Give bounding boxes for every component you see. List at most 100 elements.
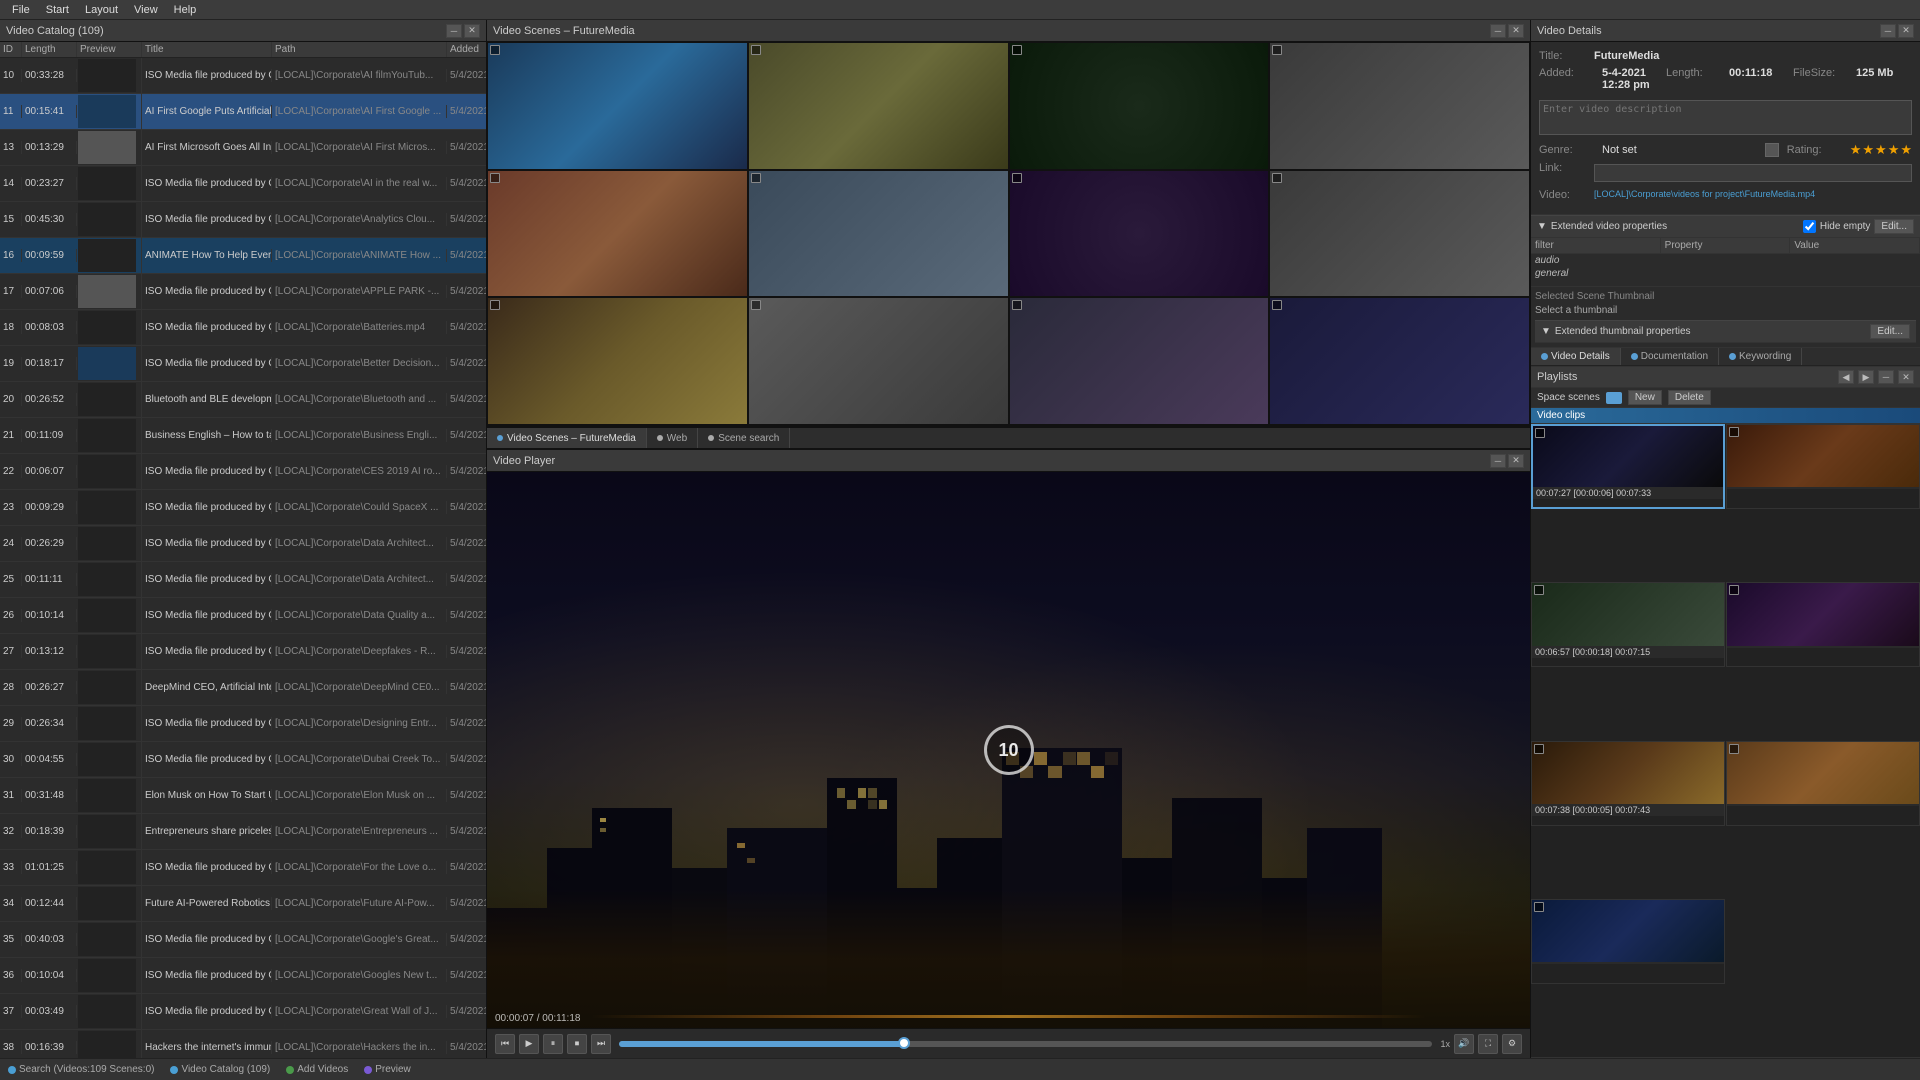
scene-item[interactable] [1009, 42, 1270, 170]
clip-item[interactable] [1726, 582, 1920, 667]
catalog-minimize-btn[interactable]: ─ [446, 24, 462, 38]
scene-tab[interactable]: Web [647, 428, 698, 448]
play-btn[interactable]: ▶ [519, 1034, 539, 1054]
star-1[interactable]: ★ [1850, 142, 1862, 158]
pause-btn[interactable]: ⏸ [543, 1034, 563, 1054]
menu-help[interactable]: Help [166, 2, 205, 18]
table-row[interactable]: 19 00:18:17 ISO Media file produced by G… [0, 346, 486, 382]
table-row[interactable]: 11 00:15:41 AI First Google Puts Artific… [0, 94, 486, 130]
table-row[interactable]: 20 00:26:52 Bluetooth and BLE developmen… [0, 382, 486, 418]
scene-checkbox[interactable] [751, 45, 761, 55]
scenes-close-btn[interactable]: ✕ [1508, 24, 1524, 38]
settings-btn[interactable]: ⚙ [1502, 1034, 1522, 1054]
rating-stars[interactable]: ★ ★ ★ ★ ★ [1850, 142, 1912, 158]
scene-tab[interactable]: Video Scenes – FutureMedia [487, 428, 647, 448]
scene-tab[interactable]: Scene search [698, 428, 790, 448]
clip-checkbox[interactable] [1729, 585, 1739, 595]
select-thumbnail-btn[interactable]: Select a thumbnail [1535, 305, 1916, 316]
table-row[interactable]: 29 00:26:34 ISO Media file produced by G… [0, 706, 486, 742]
playlist-new-btn[interactable]: New [1628, 390, 1662, 405]
table-row[interactable]: 18 00:08:03 ISO Media file produced by G… [0, 310, 486, 346]
clip-checkbox[interactable] [1535, 428, 1545, 438]
table-row[interactable]: 22 00:06:07 ISO Media file produced by G… [0, 454, 486, 490]
playlists-close-btn[interactable]: ✕ [1898, 370, 1914, 384]
scene-checkbox[interactable] [751, 173, 761, 183]
scene-item[interactable] [1009, 170, 1270, 298]
extended-props-header[interactable]: ▼ Extended video properties Hide empty E… [1531, 215, 1920, 238]
genre-color-picker[interactable] [1765, 143, 1779, 157]
scene-item[interactable] [1009, 425, 1270, 427]
scene-item[interactable] [748, 297, 1009, 425]
scene-checkbox[interactable] [490, 45, 500, 55]
space-scenes-toggle[interactable] [1606, 392, 1622, 404]
table-row[interactable]: 17 00:07:06 ISO Media file produced by G… [0, 274, 486, 310]
menu-start[interactable]: Start [38, 2, 77, 18]
menu-view[interactable]: View [126, 2, 166, 18]
thumb-props-header[interactable]: ▼ Extended thumbnail properties Edit... [1535, 320, 1916, 343]
scene-item[interactable] [1269, 425, 1530, 427]
scene-item[interactable] [748, 170, 1009, 298]
scene-checkbox[interactable] [490, 173, 500, 183]
scene-checkbox[interactable] [1012, 173, 1022, 183]
scene-checkbox[interactable] [1012, 45, 1022, 55]
col-id[interactable]: ID [0, 42, 22, 57]
prev-frame-btn[interactable]: ⏮ [495, 1034, 515, 1054]
clip-item[interactable]: 00:07:38 [00:00:05] 00:07:43 [1531, 741, 1725, 826]
clip-checkbox[interactable] [1534, 744, 1544, 754]
scene-item[interactable] [487, 42, 748, 170]
stop-btn[interactable]: ⏹ [567, 1034, 587, 1054]
scene-item[interactable] [487, 425, 748, 427]
playlist-delete-btn[interactable]: Delete [1668, 390, 1711, 405]
playlists-next-btn[interactable]: ▶ [1858, 370, 1874, 384]
table-row[interactable]: 31 00:31:48 Elon Musk on How To Start Up… [0, 778, 486, 814]
edit-props-button[interactable]: Edit... [1874, 219, 1914, 234]
scene-item[interactable] [1269, 170, 1530, 298]
table-row[interactable]: 14 00:23:27 ISO Media file produced by G… [0, 166, 486, 202]
link-input[interactable] [1594, 164, 1912, 182]
scene-checkbox[interactable] [1012, 300, 1022, 310]
scene-checkbox[interactable] [1272, 173, 1282, 183]
col-path[interactable]: Path [272, 42, 447, 57]
table-row[interactable]: 36 00:10:04 ISO Media file produced by G… [0, 958, 486, 994]
star-3[interactable]: ★ [1875, 142, 1887, 158]
clip-item[interactable] [1726, 424, 1920, 509]
status-item[interactable]: Search (Videos:109 Scenes:0) [8, 1064, 154, 1075]
menu-file[interactable]: File [4, 2, 38, 18]
table-row[interactable]: 32 00:18:39 Entrepreneurs share priceles… [0, 814, 486, 850]
scene-checkbox[interactable] [490, 300, 500, 310]
star-2[interactable]: ★ [1862, 142, 1874, 158]
scene-item[interactable] [748, 42, 1009, 170]
catalog-close-btn[interactable]: ✕ [464, 24, 480, 38]
table-row[interactable]: 33 01:01:25 ISO Media file produced by G… [0, 850, 486, 886]
table-row[interactable]: 13 00:13:29 AI First Microsoft Goes All … [0, 130, 486, 166]
clip-item[interactable]: 00:06:57 [00:00:18] 00:07:15 [1531, 582, 1725, 667]
player-close-btn[interactable]: ✕ [1508, 454, 1524, 468]
clip-checkbox[interactable] [1729, 744, 1739, 754]
table-row[interactable]: 26 00:10:14 ISO Media file produced by G… [0, 598, 486, 634]
table-row[interactable]: 10 00:33:28 ISO Media file produced by G… [0, 58, 486, 94]
volume-btn[interactable]: 🔊 [1454, 1034, 1474, 1054]
star-5[interactable]: ★ [1900, 142, 1912, 158]
table-row[interactable]: 25 00:11:11 ISO Media file produced by G… [0, 562, 486, 598]
player-progress-bar[interactable] [619, 1041, 1432, 1047]
clip-checkbox[interactable] [1534, 585, 1544, 595]
status-item[interactable]: Preview [364, 1064, 411, 1075]
scene-item[interactable] [1269, 297, 1530, 425]
fullscreen-btn[interactable]: ⛶ [1478, 1034, 1498, 1054]
scene-item[interactable] [487, 297, 748, 425]
player-progress-thumb[interactable] [898, 1037, 910, 1049]
clip-item[interactable]: 00:07:27 [00:00:06] 00:07:33 [1531, 424, 1725, 509]
table-row[interactable]: 15 00:45:30 ISO Media file produced by G… [0, 202, 486, 238]
next-frame-btn[interactable]: ⏭ [591, 1034, 611, 1054]
playlists-prev-btn[interactable]: ◀ [1838, 370, 1854, 384]
details-minimize-btn[interactable]: ─ [1880, 24, 1896, 38]
clip-checkbox[interactable] [1729, 427, 1739, 437]
right-panel-tab[interactable]: Keywording [1719, 348, 1802, 365]
table-row[interactable]: 30 00:04:55 ISO Media file produced by G… [0, 742, 486, 778]
right-panel-tab[interactable]: Video Details [1531, 348, 1621, 365]
scene-checkbox[interactable] [1272, 300, 1282, 310]
right-panel-tab[interactable]: Documentation [1621, 348, 1719, 365]
table-row[interactable]: 23 00:09:29 ISO Media file produced by G… [0, 490, 486, 526]
scenes-minimize-btn[interactable]: ─ [1490, 24, 1506, 38]
table-row[interactable]: 21 00:11:09 Business English – How to ta… [0, 418, 486, 454]
